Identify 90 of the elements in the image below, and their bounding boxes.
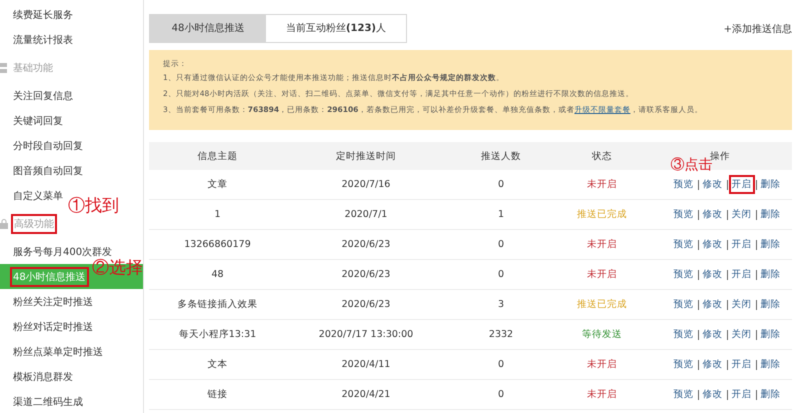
table-cell-text: 13266860179 (183, 239, 252, 250)
status-waiting-text: 等待发送 (581, 328, 623, 341)
table-cell-text: 2020/6/23 (340, 239, 392, 250)
action-link[interactable]: 预览 (670, 355, 696, 374)
action-link[interactable]: 删除 (758, 325, 784, 344)
table-cell-text: 48 (210, 269, 225, 280)
table-cell-text: 0 (496, 179, 506, 190)
action-link[interactable]: 修改 (700, 175, 726, 194)
table-cell-text: 2020/4/11 (340, 359, 392, 370)
table-cell-text: 链接 (206, 388, 228, 401)
table-cell-text: 2020/4/21 (340, 389, 392, 400)
action-link[interactable]: 预览 (670, 175, 696, 194)
column-header: 推送人数 (480, 150, 522, 162)
table-cell-text: 每天小程序13:31 (178, 328, 258, 341)
action-link[interactable]: 删除 (758, 175, 784, 194)
action-link[interactable]: 修改 (700, 385, 726, 404)
table-cell-text: 2020/6/23 (340, 269, 392, 280)
action-link[interactable]: 修改 (700, 265, 726, 284)
section-heading: 基础功能 (12, 62, 54, 76)
annotation-text: ③点击 (670, 158, 712, 174)
sidebar-item[interactable]: 粉丝点菜单定时推送 (10, 342, 106, 362)
sidebar-item[interactable]: 自定义菜单 (10, 186, 66, 206)
add-push-link[interactable]: +添加推送信息 (724, 22, 792, 36)
sidebar-item[interactable]: 粉丝关注定时推送 (10, 292, 96, 312)
column-header: 操作 (710, 150, 731, 162)
action-link[interactable]: 开启 (728, 355, 754, 374)
action-link[interactable]: 预览 (670, 235, 696, 254)
table-cell-text: 多条链接插入效果 (176, 298, 258, 311)
annotation-text: ②选择 (92, 257, 143, 279)
table-cell-text: 1 (496, 209, 506, 220)
sidebar-item[interactable]: 关键词回复 (10, 110, 66, 130)
sidebar-item[interactable]: 模板消息群发 (10, 366, 76, 386)
action-link[interactable]: 开启 (728, 265, 754, 284)
status-off-text: 未开启 (586, 358, 618, 371)
action-link[interactable]: 关闭 (728, 205, 754, 224)
action-link[interactable]: 开启 (728, 385, 754, 404)
table-cell-text: 0 (496, 269, 506, 280)
sidebar-item[interactable]: 关注回复信息 (10, 86, 76, 106)
action-link[interactable]: 删除 (758, 355, 784, 374)
action-link[interactable]: 关闭 (728, 295, 754, 314)
status-off-text: 未开启 (586, 268, 618, 281)
action-link[interactable]: 开启 (728, 175, 754, 194)
table-cell-text: 0 (496, 359, 506, 370)
action-link[interactable]: 预览 (670, 325, 696, 344)
table-cell-text: 2020/7/17 13:30:00 (318, 329, 414, 340)
action-link[interactable]: 删除 (758, 265, 784, 284)
status-off-text: 未开启 (586, 388, 618, 401)
status-off-text: 未开启 (586, 238, 618, 251)
action-link[interactable]: 关闭 (728, 325, 754, 344)
action-link[interactable]: 修改 (700, 355, 726, 374)
action-link[interactable]: 删除 (758, 295, 784, 314)
table-cell-text: 0 (496, 389, 506, 400)
status-done-text: 推送已完成 (576, 298, 628, 311)
sidebar-item[interactable]: 渠道二维码生成 (10, 392, 86, 412)
table-cell-text: 2332 (488, 329, 514, 340)
action-link[interactable]: 开启 (728, 235, 754, 254)
action-link[interactable]: 修改 (700, 235, 726, 254)
action-link[interactable]: 预览 (670, 265, 696, 284)
section-heading: 高级功能 (11, 214, 57, 234)
action-link[interactable]: 修改 (700, 205, 726, 224)
sidebar-item[interactable]: 续费延长服务 (10, 4, 76, 24)
sidebar-item[interactable]: 图音频自动回复 (10, 160, 86, 180)
table-cell-text: 2020/6/23 (340, 299, 392, 310)
status-off-text: 未开启 (586, 178, 618, 191)
action-link[interactable]: 预览 (670, 385, 696, 404)
table-cell-text: 文本 (206, 358, 228, 371)
sidebar-item[interactable]: 粉丝对话定时推送 (10, 316, 96, 336)
table-cell-text: 3 (496, 299, 506, 310)
lock-icon (0, 218, 8, 228)
column-header: 状态 (591, 150, 613, 162)
sidebar-item[interactable]: 流量统计报表 (10, 30, 76, 50)
table-cell-text: 文章 (206, 178, 228, 191)
tab[interactable]: 48小时信息推送 (150, 15, 266, 42)
action-link[interactable]: 修改 (700, 325, 726, 344)
action-link[interactable]: 删除 (758, 235, 784, 254)
action-link[interactable]: 删除 (758, 205, 784, 224)
annotation-text: ①找到 (68, 195, 119, 217)
column-header: 信息主题 (196, 150, 238, 162)
table-cell-text: 2020/7/1 (344, 209, 388, 220)
column-header: 定时推送时间 (335, 150, 397, 162)
table-cell-text: 1 (213, 209, 222, 220)
table-cell-text: 2020/7/16 (340, 179, 392, 190)
action-link[interactable]: 预览 (670, 295, 696, 314)
action-link[interactable]: 修改 (700, 295, 726, 314)
grid-icon (0, 62, 7, 72)
action-link[interactable]: 删除 (758, 385, 784, 404)
sidebar-item[interactable]: 分时段自动回复 (10, 136, 86, 156)
status-done-text: 推送已完成 (576, 208, 628, 221)
action-link[interactable]: 预览 (670, 205, 696, 224)
table-cell-text: 0 (496, 239, 506, 250)
